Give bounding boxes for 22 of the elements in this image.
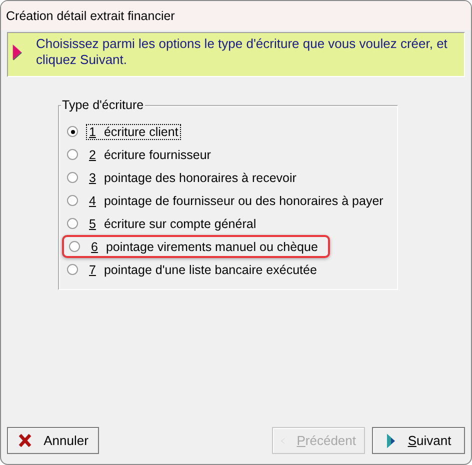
radio-button[interactable] — [67, 172, 78, 183]
radio-button[interactable] — [69, 241, 80, 252]
option-label[interactable]: 4 pointage de fournisseur ou des honoraires à payer — [86, 192, 386, 208]
option-label[interactable]: 1 écriture client — [86, 124, 182, 140]
cancel-button[interactable]: Annuler — [7, 427, 99, 454]
play-arrow-icon — [386, 432, 396, 448]
arrow-icon — [12, 42, 22, 62]
window-title: Création détail extrait financier — [6, 8, 175, 22]
option-label[interactable]: 2 écriture fournisseur — [86, 146, 214, 162]
radio-button[interactable] — [67, 195, 78, 206]
radio-button[interactable] — [67, 264, 78, 275]
instruction-text: Choisissez parmi les options le type d'écriture que vous voulez créer, et cliquez Suivant. — [36, 36, 448, 68]
option-label[interactable]: 7 pointage d'une liste bancaire exécutée — [86, 262, 320, 278]
option-label[interactable]: 6 pointage virements manuel ou chèque — [88, 238, 321, 254]
radio-button[interactable] — [67, 126, 78, 137]
radio-button[interactable] — [67, 149, 78, 160]
option-label[interactable]: 5 écriture sur compte général — [86, 216, 260, 232]
next-button[interactable]: Suivant — [372, 427, 465, 454]
option-label[interactable]: 3 pointage des honoraires à recevoir — [86, 170, 300, 186]
group-title: Type d'écriture — [61, 98, 145, 112]
close-icon — [18, 434, 32, 447]
radio-button[interactable] — [67, 218, 78, 229]
